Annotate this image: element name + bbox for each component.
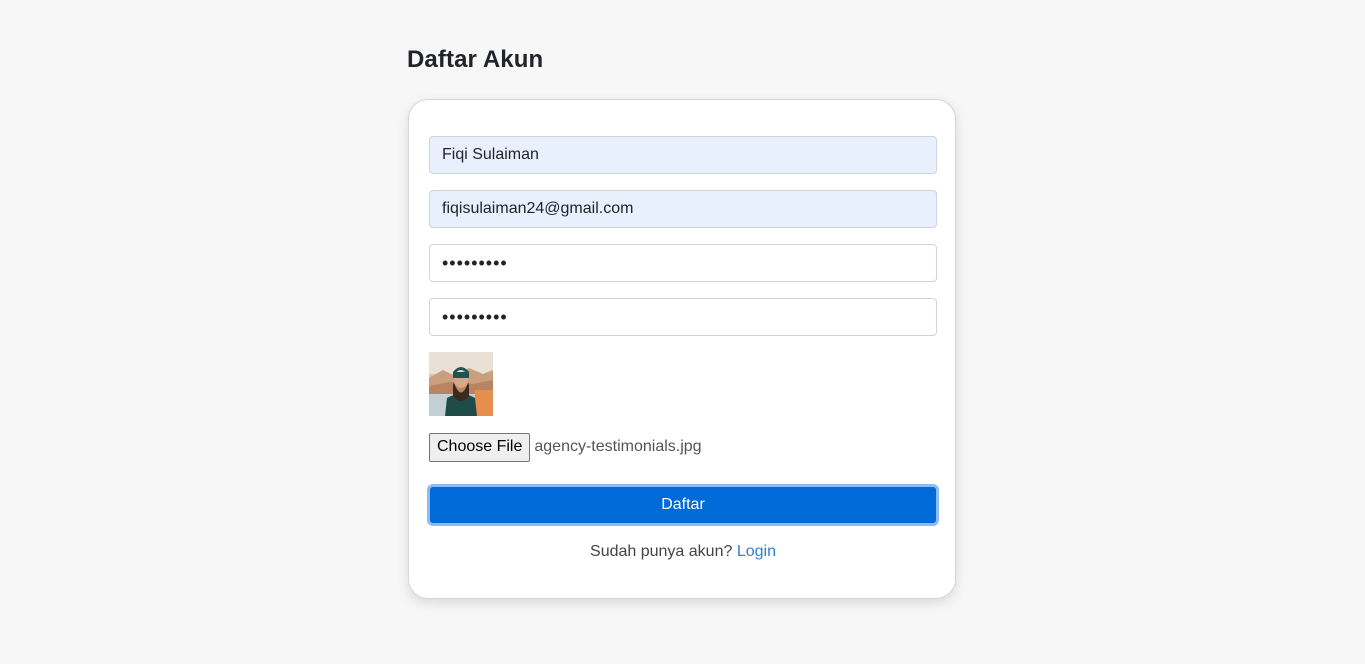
register-button[interactable]: Daftar	[427, 484, 939, 526]
email-field[interactable]	[429, 190, 937, 228]
name-field[interactable]	[429, 136, 937, 174]
login-prompt: Sudah punya akun? Login	[409, 543, 957, 561]
password-field[interactable]	[429, 244, 937, 282]
login-link[interactable]: Login	[737, 543, 776, 560]
login-prompt-text: Sudah punya akun?	[590, 543, 733, 560]
choose-file-button[interactable]: Choose File	[429, 432, 531, 462]
page-title: Daftar Akun	[407, 46, 544, 73]
avatar-preview	[429, 352, 493, 416]
file-upload-row: Choose File agency-testimonials.jpg	[429, 432, 702, 462]
selected-file-name: agency-testimonials.jpg	[534, 438, 702, 455]
register-card: Choose File agency-testimonials.jpg Daft…	[408, 99, 956, 599]
confirm-password-field[interactable]	[429, 298, 937, 336]
